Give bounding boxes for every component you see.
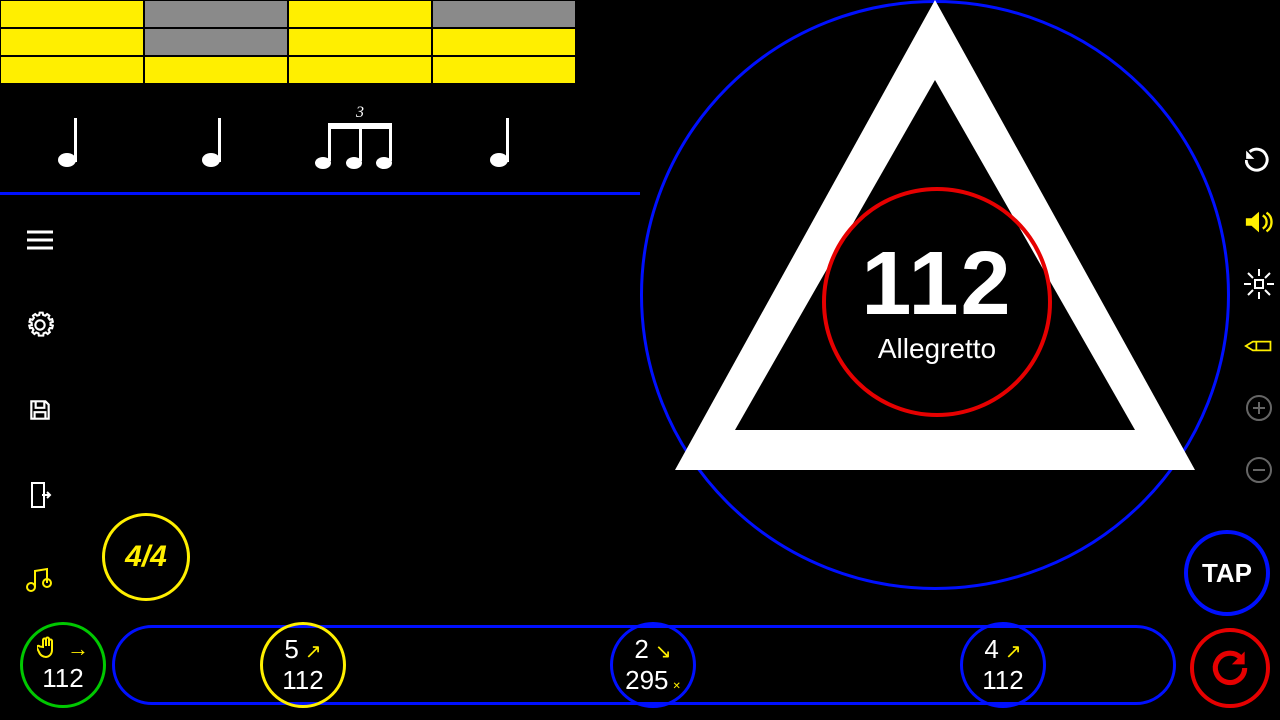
time-signature-button[interactable]: 4/4 xyxy=(102,513,190,601)
refresh-button[interactable] xyxy=(1190,628,1270,708)
arrow-right-icon: → xyxy=(67,636,89,663)
minus-icon[interactable] xyxy=(1244,455,1274,485)
left-toolbar xyxy=(25,225,55,595)
time-signature-label: 4/4 xyxy=(125,540,167,574)
menu-icon[interactable] xyxy=(25,225,55,255)
tempo-display[interactable]: 112 Allegretto xyxy=(822,187,1052,417)
preset-bpm: 112 xyxy=(982,665,1023,695)
tempo-bpm: 112 xyxy=(861,239,1012,329)
preset-count: 5 xyxy=(284,634,298,664)
beat-cell[interactable] xyxy=(0,0,144,28)
beat-cell[interactable] xyxy=(144,56,288,84)
save-icon[interactable] xyxy=(25,395,55,425)
arrow-up-icon: ↗ xyxy=(1005,641,1022,663)
shuffle-icon: ✕ xyxy=(673,681,681,692)
rhythm-slot[interactable] xyxy=(144,100,288,180)
preset-slot[interactable]: 4 ↗112 xyxy=(960,622,1046,708)
beat-cell[interactable] xyxy=(288,0,432,28)
tap-tempo-button[interactable]: TAP xyxy=(1184,530,1270,616)
export-icon[interactable] xyxy=(25,480,55,510)
arrow-up-icon: ↗ xyxy=(305,641,322,663)
hand-icon xyxy=(37,636,57,663)
beat-cell[interactable] xyxy=(432,0,576,28)
preset-slot[interactable]: 5 ↗112 xyxy=(260,622,346,708)
tempo-name: Allegretto xyxy=(878,333,996,365)
beat-cell[interactable] xyxy=(0,28,144,56)
undo-icon[interactable] xyxy=(1244,145,1274,175)
preset-bpm: 295 xyxy=(625,665,668,695)
beat-cell[interactable] xyxy=(0,56,144,84)
preset-count: 2 xyxy=(634,634,648,664)
right-toolbar xyxy=(1244,145,1274,485)
current-preset-bpm: 112 xyxy=(42,663,83,694)
rhythm-row[interactable]: 3 xyxy=(0,100,576,180)
gear-icon[interactable] xyxy=(25,310,55,340)
beat-grid[interactable] xyxy=(0,0,576,84)
songlist-icon[interactable] xyxy=(25,565,55,595)
beat-cell[interactable] xyxy=(288,56,432,84)
beat-cell[interactable] xyxy=(144,0,288,28)
flash-icon[interactable] xyxy=(1244,269,1274,299)
current-preset[interactable]: → 112 xyxy=(20,622,106,708)
svg-text:3: 3 xyxy=(355,105,364,121)
tap-label: TAP xyxy=(1202,558,1252,589)
volume-icon[interactable] xyxy=(1244,207,1274,237)
preset-count: 4 xyxy=(984,634,998,664)
arrow-down-icon: ↘ xyxy=(655,641,672,663)
rhythm-slot[interactable] xyxy=(0,100,144,180)
rhythm-slot[interactable]: 3 xyxy=(288,100,432,180)
torch-icon[interactable] xyxy=(1244,331,1274,361)
rhythm-slot[interactable] xyxy=(432,100,576,180)
beat-cell[interactable] xyxy=(432,56,576,84)
beat-cell[interactable] xyxy=(288,28,432,56)
preset-slot[interactable]: 2 ↘295 ✕ xyxy=(610,622,696,708)
preset-bpm: 112 xyxy=(282,665,323,695)
beat-cell[interactable] xyxy=(144,28,288,56)
plus-icon[interactable] xyxy=(1244,393,1274,423)
beat-cell[interactable] xyxy=(432,28,576,56)
